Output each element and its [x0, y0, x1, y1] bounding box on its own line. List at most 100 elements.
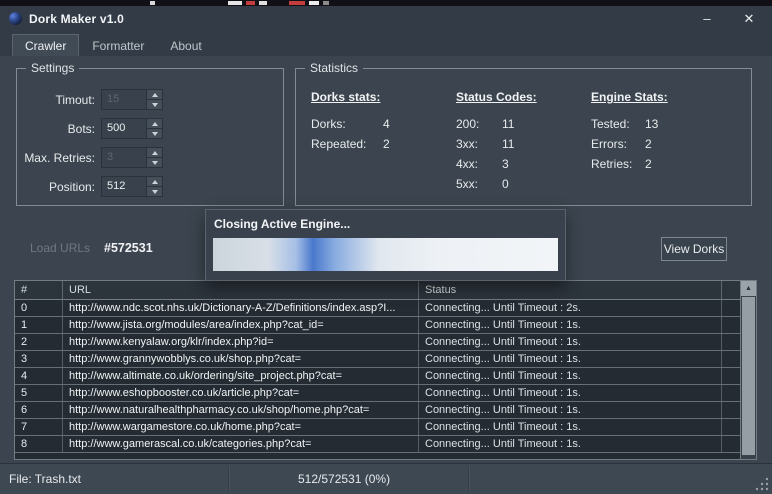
app-icon [9, 12, 22, 25]
cell-url: http://www.naturalhealthpharmacy.co.uk/s… [63, 402, 419, 418]
tab-about[interactable]: About [157, 34, 214, 56]
stat-value: 4 [383, 117, 390, 131]
cell-spare [722, 368, 740, 384]
spin-up-button[interactable] [146, 148, 162, 157]
window-title: Dork Maker v1.0 [29, 12, 124, 26]
up-arrow-icon [152, 93, 158, 97]
background-window-fragment [323, 1, 329, 5]
background-window-fragment [309, 1, 319, 5]
engine-stats-column: Engine Stats: Tested:13 Errors:2 Retries… [591, 89, 668, 174]
spinner-buttons [146, 90, 162, 109]
stat-row: Dorks:4 [311, 114, 390, 134]
stat-value: 11 [502, 117, 514, 131]
spin-up-button[interactable] [146, 177, 162, 186]
table-row[interactable]: 1 http://www.jista.org/modules/area/inde… [15, 317, 756, 334]
tab-bar: Crawler Formatter About [0, 31, 772, 56]
stat-row: 200:11 [456, 114, 537, 134]
position-spinner[interactable]: 512 [101, 176, 163, 197]
table-row[interactable]: 8 http://www.gamerascal.co.uk/categories… [15, 436, 756, 453]
cell-spare [722, 300, 740, 316]
cell-num: 7 [15, 419, 63, 435]
cell-url: http://www.grannywobblys.co.uk/shop.php?… [63, 351, 419, 367]
cell-status: Connecting... Until Timeout : 2s. [419, 300, 722, 316]
url-table: # URL Status 0 http://www.ndc.scot.nhs.u… [14, 280, 757, 460]
cell-num: 5 [15, 385, 63, 401]
statistics-group: Statistics Dorks stats: Dorks:4 Repeated… [295, 68, 752, 206]
scrollbar-thumb[interactable] [742, 297, 755, 455]
table-row[interactable]: 4 http://www.altimate.co.uk/ordering/sit… [15, 368, 756, 385]
stat-label: 200: [456, 114, 502, 134]
stat-value: 13 [645, 117, 658, 131]
stat-label: 5xx: [456, 174, 502, 194]
max-retries-spinner[interactable]: 3 [101, 147, 163, 168]
stat-value: 2 [383, 137, 390, 151]
table-row[interactable]: 6 http://www.naturalhealthpharmacy.co.uk… [15, 402, 756, 419]
spin-down-button[interactable] [146, 157, 162, 167]
cell-spare [722, 351, 740, 367]
table-row[interactable]: 2 http://www.kenyalaw.org/klr/index.php?… [15, 334, 756, 351]
timout-row: Timout: 15 [17, 89, 283, 111]
minimize-button[interactable]: – [690, 6, 724, 31]
dorks-stats-header: Dorks stats: [311, 89, 390, 105]
stat-label: Repeated: [311, 134, 383, 154]
cell-num: 2 [15, 334, 63, 350]
stat-row: Tested:13 [591, 114, 668, 134]
timout-spinner[interactable]: 15 [101, 89, 163, 110]
background-window-fragment [289, 1, 305, 5]
stat-row: Retries:2 [591, 154, 668, 174]
cell-status: Connecting... Until Timeout : 1s. [419, 351, 722, 367]
timout-label: Timout: [17, 93, 95, 107]
spin-down-button[interactable] [146, 128, 162, 138]
spin-up-button[interactable] [146, 119, 162, 128]
tab-crawler[interactable]: Crawler [12, 34, 79, 56]
closing-dialog: Closing Active Engine... [205, 209, 566, 281]
cell-spare [722, 317, 740, 333]
cell-url: http://www.ndc.scot.nhs.uk/Dictionary-A-… [63, 300, 419, 316]
stat-label: Dorks: [311, 114, 383, 134]
spin-up-button[interactable] [146, 90, 162, 99]
stat-label: Errors: [591, 134, 645, 154]
column-header-status: Status [419, 281, 722, 299]
cell-num: 4 [15, 368, 63, 384]
table-row[interactable]: 0 http://www.ndc.scot.nhs.uk/Dictionary-… [15, 300, 756, 317]
cell-url: http://www.kenyalaw.org/klr/index.php?id… [63, 334, 419, 350]
spin-down-button[interactable] [146, 99, 162, 109]
bots-row: Bots: 500 [17, 118, 283, 140]
cell-url: http://www.wargamestore.co.uk/home.php?c… [63, 419, 419, 435]
spinner-buttons [146, 148, 162, 167]
table-row[interactable]: 7 http://www.wargamestore.co.uk/home.php… [15, 419, 756, 436]
scroll-up-button[interactable]: ▲ [741, 281, 756, 296]
tab-formatter[interactable]: Formatter [79, 34, 157, 56]
table-row-partial [15, 453, 756, 459]
cell-url: http://www.altimate.co.uk/ordering/site_… [63, 368, 419, 384]
table-scrollbar[interactable]: ▲ [740, 281, 756, 459]
stat-label: 4xx: [456, 154, 502, 174]
load-urls-button[interactable]: Load URLs [30, 241, 90, 255]
cell-spare [722, 402, 740, 418]
stat-row: 3xx:11 [456, 134, 537, 154]
background-window-fragment [259, 1, 267, 5]
view-dorks-button[interactable]: View Dorks [661, 237, 727, 261]
stat-value: 2 [645, 157, 652, 171]
down-arrow-icon [152, 132, 158, 136]
column-header-url: URL [63, 281, 419, 299]
cell-spare [722, 436, 740, 452]
table-row[interactable]: 5 http://www.eshopbooster.co.uk/article.… [15, 385, 756, 402]
cell-url: http://www.jista.org/modules/area/index.… [63, 317, 419, 333]
resize-grip[interactable] [755, 477, 769, 491]
table-row[interactable]: 3 http://www.grannywobblys.co.uk/shop.ph… [15, 351, 756, 368]
bots-spinner[interactable]: 500 [101, 118, 163, 139]
cell-status: Connecting... Until Timeout : 1s. [419, 419, 722, 435]
statusbar-separator [228, 467, 229, 491]
close-button[interactable]: ✕ [732, 6, 766, 31]
spin-down-button[interactable] [146, 186, 162, 196]
cell-num: 1 [15, 317, 63, 333]
settings-legend: Settings [26, 61, 79, 75]
table-header: # URL Status [15, 281, 756, 300]
progress-label: 512/572531 (0%) [298, 472, 390, 486]
up-arrow-icon [152, 122, 158, 126]
stat-value: 0 [502, 177, 509, 191]
settings-group: Settings Timout: 15 Bots: 500 [16, 68, 284, 206]
engine-stats-header: Engine Stats: [591, 89, 668, 105]
down-arrow-icon [152, 103, 158, 107]
